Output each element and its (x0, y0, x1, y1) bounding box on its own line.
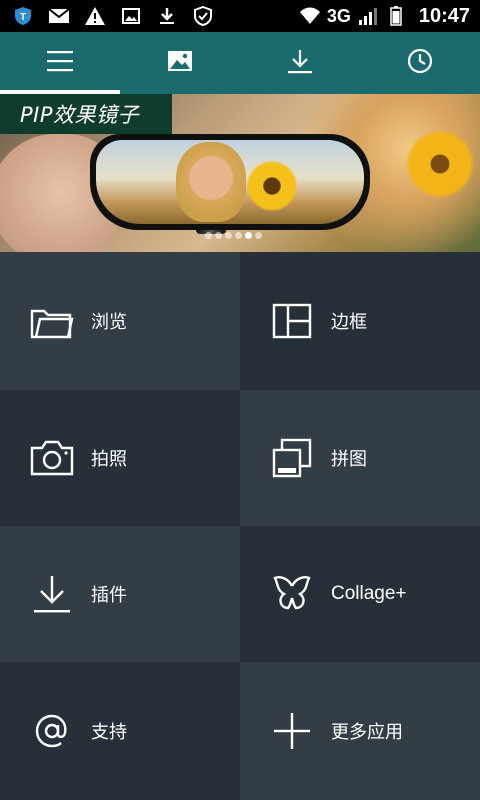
banner-title: PIP效果镜子 (20, 103, 140, 127)
main-menu-grid: 浏览 边框 拍照 拼图 插件 Collage+ 支持 更多应用 (0, 252, 480, 800)
browse-label: 浏览 (91, 312, 127, 333)
collage-plus-button[interactable]: Collage+ (240, 526, 480, 662)
tab-gallery[interactable] (120, 32, 240, 94)
camera-button[interactable]: 拍照 (0, 390, 240, 526)
frames-button[interactable]: 边框 (240, 252, 480, 390)
pagination-dot[interactable] (215, 232, 222, 239)
collage-label: 拼图 (331, 449, 367, 470)
at-sign-icon (30, 709, 74, 753)
plugins-button[interactable]: 插件 (0, 526, 240, 662)
frame-layout-icon (270, 299, 314, 343)
hamburger-icon (47, 50, 73, 76)
tab-menu[interactable] (0, 32, 120, 94)
svg-text:T: T (20, 12, 26, 23)
status-bar: T 3G 10:47 (0, 0, 480, 32)
mail-icon (48, 6, 70, 26)
plugins-label: 插件 (91, 585, 127, 606)
clock-icon (407, 48, 433, 78)
more-apps-label: 更多应用 (331, 722, 403, 743)
image-icon (167, 50, 193, 76)
warning-icon (84, 6, 106, 26)
collage-button[interactable]: 拼图 (240, 390, 480, 526)
pagination-dot[interactable] (205, 232, 212, 239)
download-icon (156, 6, 178, 26)
pagination-dot[interactable] (255, 232, 262, 239)
support-label: 支持 (91, 722, 127, 743)
tab-downloads[interactable] (240, 32, 360, 94)
banner-sunflower-image (405, 129, 475, 199)
tab-history[interactable] (360, 32, 480, 94)
browse-button[interactable]: 浏览 (0, 252, 240, 390)
support-button[interactable]: 支持 (0, 662, 240, 800)
pagination-dot-active[interactable] (245, 232, 252, 239)
more-apps-button[interactable]: 更多应用 (240, 662, 480, 800)
shield-t-icon: T (12, 6, 34, 26)
mirror-sunflower-image (246, 160, 298, 212)
mirror-face-image (176, 142, 246, 222)
pagination-dot[interactable] (235, 232, 242, 239)
wifi-icon (299, 6, 321, 26)
download-icon (287, 48, 313, 78)
network-type: 3G (326, 5, 351, 26)
download-icon (30, 572, 74, 616)
tab-bar (0, 32, 480, 94)
mirror-image (90, 134, 370, 230)
banner-pagination (205, 232, 262, 239)
security-shield-icon (192, 6, 214, 26)
image-icon (120, 6, 142, 26)
banner-title-box: PIP效果镜子 (0, 94, 172, 134)
camera-label: 拍照 (91, 449, 127, 470)
signal-icon (357, 6, 379, 26)
folder-icon (30, 299, 74, 343)
butterfly-icon (270, 572, 314, 616)
plus-icon (270, 709, 314, 753)
stacked-photos-icon (270, 436, 314, 480)
promo-banner[interactable]: PIP效果镜子 (0, 94, 480, 252)
camera-icon (30, 436, 74, 480)
clock-time: 10:47 (418, 4, 470, 27)
collage-plus-label: Collage+ (331, 583, 407, 604)
battery-icon (385, 6, 407, 26)
frames-label: 边框 (331, 312, 367, 333)
pagination-dot[interactable] (225, 232, 232, 239)
